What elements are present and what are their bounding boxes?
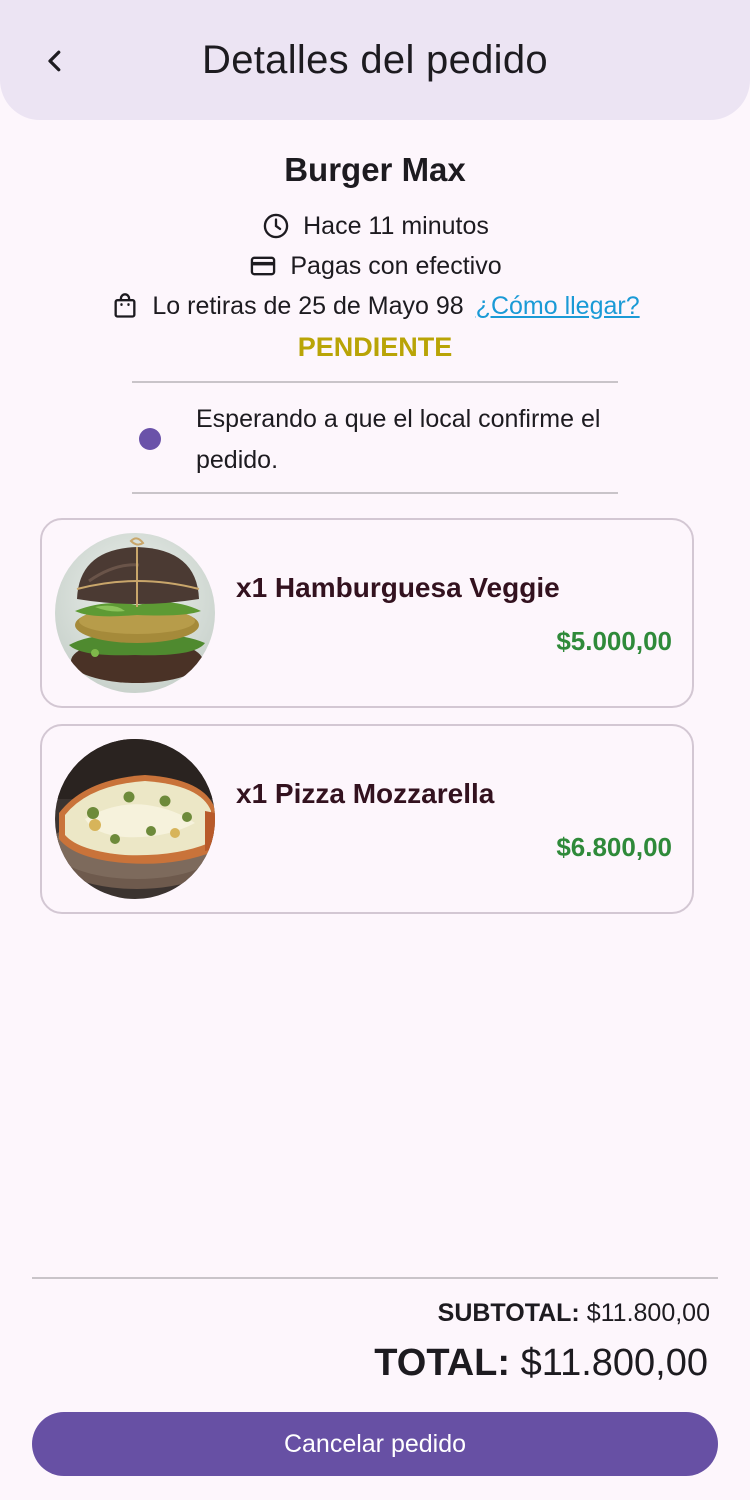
order-time: Hace 11 minutos [303, 212, 489, 240]
payment-row: Pagas con efectivo [0, 250, 750, 282]
divider [132, 492, 618, 494]
item-name: x1 Pizza Mozzarella [236, 778, 495, 809]
order-item-card: x1 Hamburguesa Veggie $5.000,00 [40, 518, 694, 708]
divider [132, 381, 618, 383]
credit-card-icon [248, 251, 278, 281]
order-item-card: x1 Pizza Mozzarella $6.800,00 [40, 724, 694, 914]
progress-message: Esperando a que el local confirme el ped… [196, 405, 601, 474]
item-name: x1 Hamburguesa Veggie [236, 572, 560, 603]
item-price: $6.800,00 [556, 832, 672, 862]
cancel-order-button[interactable]: Cancelar pedido [32, 1412, 718, 1476]
store-name: Burger Max [284, 151, 466, 188]
clock-icon [261, 211, 291, 241]
veggie-burger-image [55, 533, 215, 693]
totals-divider [32, 1277, 718, 1279]
mozzarella-pizza-image [55, 739, 215, 899]
pickup-address: Lo retiras de 25 de Mayo 98 [152, 292, 464, 320]
app-bar: Detalles del pedido [0, 0, 750, 120]
directions-link[interactable]: ¿Cómo llegar? [476, 290, 640, 322]
page-title: Detalles del pedido [202, 38, 548, 82]
payment-method: Pagas con efectivo [290, 252, 502, 280]
progress-indicator-dot [139, 428, 161, 450]
order-time-row: Hace 11 minutos [0, 210, 750, 242]
subtotal-row: SUBTOTAL: $11.800,00 [438, 1296, 710, 1330]
total-row: TOTAL: $11.800,00 [374, 1338, 708, 1388]
subtotal-label: SUBTOTAL: [437, 1299, 580, 1327]
subtotal-value: $11.800,00 [586, 1299, 710, 1327]
total-label: TOTAL: [374, 1342, 511, 1384]
total-value: $11.800,00 [520, 1342, 708, 1384]
pickup-row: Lo retiras de 25 de Mayo 98 ¿Cómo llegar… [0, 290, 750, 322]
status-badge: PENDIENTE [297, 332, 453, 362]
item-price: $5.000,00 [556, 626, 672, 656]
shopping-bag-icon [110, 291, 140, 321]
